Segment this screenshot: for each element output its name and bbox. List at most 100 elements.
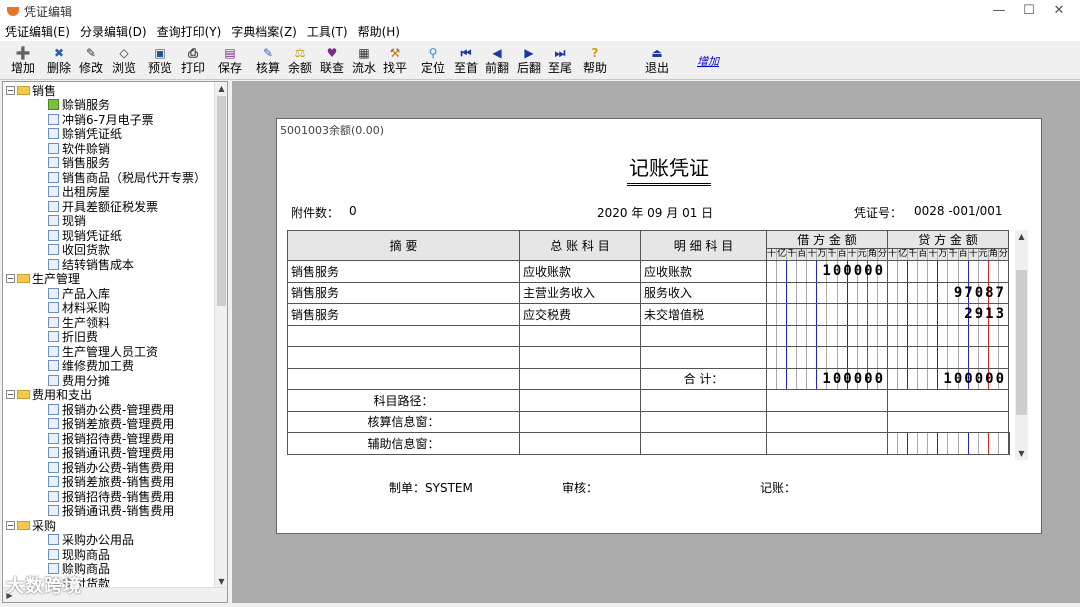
auxiliary-info-value bbox=[519, 432, 641, 455]
entry-account[interactable] bbox=[519, 324, 641, 347]
entry-summary[interactable]: 销售服务 bbox=[287, 281, 520, 304]
table-scroll-thumb[interactable] bbox=[1016, 270, 1027, 415]
total-credit: 100000 bbox=[943, 370, 1006, 387]
credit-digit-units: 十亿千百十万千百十元角分 bbox=[889, 249, 1008, 260]
toolbar-calc-button[interactable]: ✎ 核算 bbox=[251, 45, 285, 77]
entry-debit-cell[interactable] bbox=[766, 346, 888, 369]
digit-unit: 亿 bbox=[898, 249, 909, 260]
voucher-number-label: 凭证号： bbox=[854, 206, 903, 220]
table-scroll-up-icon[interactable]: ▲ bbox=[1015, 230, 1028, 243]
entry-detail[interactable]: 未交增值税 bbox=[640, 303, 767, 326]
preview-icon: ▣ bbox=[154, 46, 166, 60]
scroll-up-icon[interactable]: ▲ bbox=[215, 82, 227, 95]
entry-detail[interactable] bbox=[640, 324, 767, 347]
entry-debit-cell[interactable] bbox=[766, 281, 888, 304]
collapse-toggle-icon[interactable]: − bbox=[6, 85, 15, 95]
entry-summary[interactable] bbox=[287, 346, 520, 369]
entry-account[interactable] bbox=[519, 346, 641, 369]
toolbar-print-button[interactable]: ⎙ 打印 bbox=[176, 45, 210, 77]
document-icon bbox=[48, 113, 59, 125]
digit-unit: 十 bbox=[928, 249, 939, 260]
table-scroll-down-icon[interactable]: ▼ bbox=[1015, 447, 1028, 460]
entry-credit-cell[interactable] bbox=[887, 260, 1009, 283]
tree-vertical-scrollbar[interactable]: ▲ ▼ bbox=[214, 82, 227, 588]
entry-credit-cell[interactable]: 2913 bbox=[887, 303, 1009, 326]
toolbar-prev-button[interactable]: ◀ 前翻 bbox=[480, 45, 514, 77]
toolbar-preview-button[interactable]: ▣ 预览 bbox=[143, 45, 177, 77]
menu-entry-edit[interactable]: 分录编辑(D) bbox=[75, 23, 152, 40]
auxiliary-credit-grid bbox=[1008, 432, 1010, 455]
menu-voucher-edit[interactable]: 凭证编辑(E) bbox=[0, 23, 75, 40]
toolbar-label: 预览 bbox=[147, 61, 172, 75]
collapse-toggle-icon[interactable]: − bbox=[6, 520, 15, 530]
voucher-date[interactable]: 2020 年 09 月 01 日 bbox=[597, 204, 713, 221]
entry-row[interactable] bbox=[287, 324, 1010, 347]
toolbar-level-button[interactable]: ⚒ 找平 bbox=[378, 45, 412, 77]
account-path-value bbox=[887, 389, 1009, 412]
entry-credit-cell[interactable]: 97087 bbox=[887, 281, 1009, 304]
entry-account[interactable]: 应交税费 bbox=[519, 303, 641, 326]
entry-debit-cell[interactable] bbox=[766, 303, 888, 326]
entry-debit-cell[interactable] bbox=[766, 324, 888, 347]
toolbar-balance-button[interactable]: ⚖ 余额 bbox=[283, 45, 317, 77]
close-button[interactable]: ✕ bbox=[1044, 2, 1074, 20]
toolbar-first-button[interactable]: ⏮ 至首 bbox=[449, 45, 483, 77]
maker-label: 制单：SYSTEM bbox=[389, 481, 473, 495]
entry-row[interactable] bbox=[287, 346, 1010, 369]
toolbar-locate-button[interactable]: ⚲ 定位 bbox=[416, 45, 450, 77]
collapse-toggle-icon[interactable]: − bbox=[6, 274, 15, 284]
tree-item[interactable]: 报销通讯费-销售费用 bbox=[3, 504, 174, 518]
toolbar-next-button[interactable]: ▶ 后翻 bbox=[512, 45, 546, 77]
entry-row[interactable]: 销售服务 应交税费 未交增值税 2913 bbox=[287, 303, 1010, 326]
table-vertical-scrollbar[interactable]: ▲ ▼ bbox=[1015, 230, 1028, 460]
entry-account[interactable]: 应收账款 bbox=[519, 260, 641, 283]
entry-row[interactable]: 销售服务 主营业务收入 服务收入 97087 bbox=[287, 281, 1010, 304]
toolbar-add-button[interactable]: ➕ 增加 bbox=[6, 45, 40, 77]
attachment-count[interactable]: 0 bbox=[349, 204, 357, 218]
toolbar-journal-button[interactable]: ▦ 流水 bbox=[347, 45, 381, 77]
entry-detail[interactable]: 应收账款 bbox=[640, 260, 767, 283]
menu-tools[interactable]: 工具(T) bbox=[302, 23, 353, 40]
toolbar-edit-button[interactable]: ✎ 修改 bbox=[74, 45, 108, 77]
entry-account[interactable]: 主营业务收入 bbox=[519, 281, 641, 304]
tree-folder[interactable]: − 采购 bbox=[3, 518, 56, 533]
accounting-info-value bbox=[640, 410, 767, 433]
entry-summary[interactable]: 销售服务 bbox=[287, 260, 520, 283]
menu-query-print[interactable]: 查询打印(Y) bbox=[152, 23, 227, 40]
add-link[interactable]: 增加 bbox=[697, 53, 719, 69]
accounting-info-value bbox=[887, 410, 1009, 433]
auditor-label: 审核： bbox=[562, 481, 599, 495]
entry-summary[interactable]: 销售服务 bbox=[287, 303, 520, 326]
toolbar-help-button[interactable]: ? 帮助 bbox=[578, 45, 612, 77]
document-icon bbox=[48, 142, 59, 154]
toolbar-last-button[interactable]: ⏭ 至尾 bbox=[543, 45, 577, 77]
digit-unit: 十 bbox=[968, 249, 979, 260]
toolbar-label: 找平 bbox=[382, 61, 407, 75]
entry-detail[interactable] bbox=[640, 346, 767, 369]
tree-folder[interactable]: − 销售 bbox=[3, 83, 56, 98]
toolbar-delete-button[interactable]: ✖ 删除 bbox=[42, 45, 76, 77]
toolbar-linked-query-button[interactable]: ♥ 联查 bbox=[315, 45, 349, 77]
linked-query-icon: ♥ bbox=[326, 46, 338, 60]
document-icon bbox=[48, 157, 59, 169]
menu-dictionary[interactable]: 字典档案(Z) bbox=[226, 23, 302, 40]
digit-unit: 十 bbox=[807, 249, 818, 260]
menu-help[interactable]: 帮助(H) bbox=[353, 23, 405, 40]
toolbar-browse-button[interactable]: ◇ 浏览 bbox=[107, 45, 141, 77]
document-icon bbox=[48, 171, 59, 183]
tree-scroll-thumb[interactable] bbox=[217, 96, 226, 306]
entry-summary[interactable] bbox=[287, 324, 520, 347]
entry-credit-cell[interactable] bbox=[887, 324, 1009, 347]
toolbar-save-button[interactable]: ▤ 保存 bbox=[213, 45, 247, 77]
minimize-button[interactable]: — bbox=[984, 2, 1014, 20]
entry-debit-cell[interactable]: 100000 bbox=[766, 260, 888, 283]
collapse-toggle-icon[interactable]: − bbox=[6, 390, 15, 400]
first-icon: ⏮ bbox=[460, 46, 472, 60]
entry-detail[interactable]: 服务收入 bbox=[640, 281, 767, 304]
entry-credit-cell[interactable] bbox=[887, 346, 1009, 369]
toolbar-exit-button[interactable]: ⏏ 退出 bbox=[640, 45, 674, 77]
entry-row[interactable]: 销售服务 应收账款 应收账款 100000 bbox=[287, 260, 1010, 283]
document-icon bbox=[48, 99, 59, 111]
maximize-button[interactable]: ☐ bbox=[1014, 2, 1044, 20]
total-label: 合 计： bbox=[640, 367, 767, 390]
